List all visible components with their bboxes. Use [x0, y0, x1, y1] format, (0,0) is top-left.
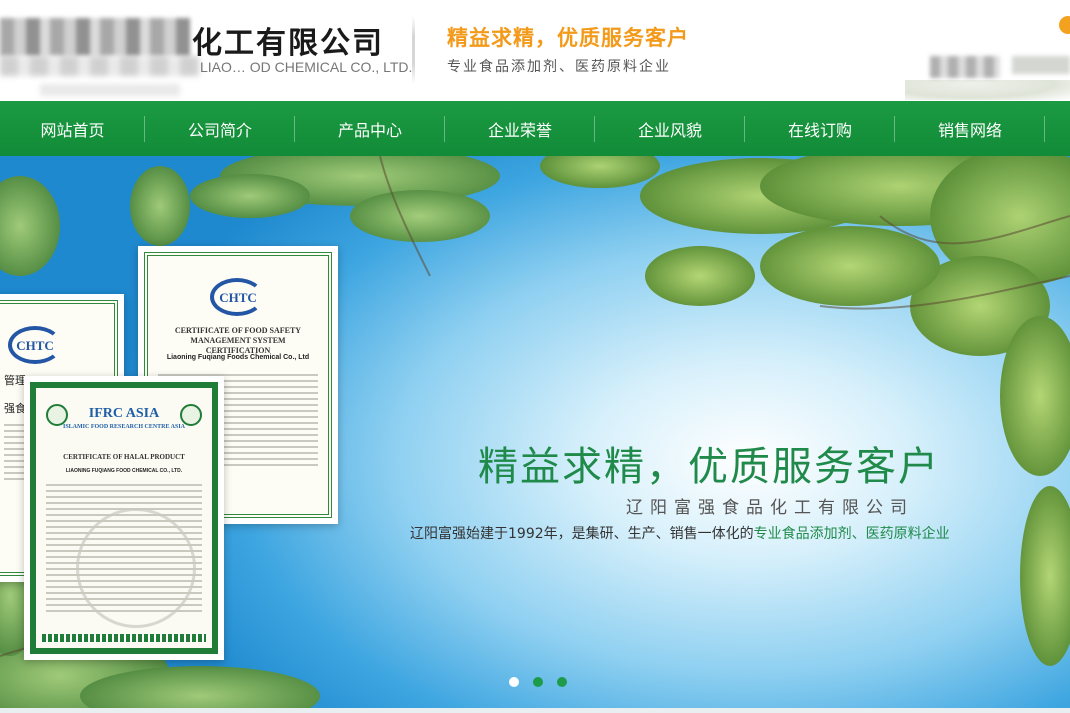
nav-item-order[interactable]: 在线订购 — [745, 101, 895, 156]
banner-company-name: 辽阳富强食品化工有限公司 — [626, 498, 914, 518]
nav-item-home[interactable]: 网站首页 — [0, 101, 145, 156]
blurred-logo — [0, 18, 190, 56]
phone-icon — [1059, 16, 1070, 34]
certificate-text-lines — [46, 484, 202, 616]
nav-item-style[interactable]: 企业风貌 — [595, 101, 745, 156]
main-nav: 网站首页 公司简介 产品中心 企业荣誉 企业风貌 在线订购 销售网络 — [0, 101, 1070, 156]
slider-dot-1[interactable] — [509, 677, 519, 687]
blurred-hotline — [930, 56, 1000, 78]
certificate-title: CERTIFICATE OF HALAL PRODUCT — [63, 453, 185, 461]
slider-dots — [509, 677, 567, 687]
page-bottom-strip — [0, 708, 1070, 713]
hotline-background — [905, 80, 1070, 100]
certificate-company: LIAONING FUQIANG FOOD CHEMICAL CO., LTD. — [65, 468, 183, 474]
halal-certificate: IFRC ASIA ISLAMIC FOOD RESEARCH CENTRE A… — [24, 376, 224, 660]
nav-item-label: 企业风貌 — [637, 120, 702, 140]
chtc-logo: CHTC — [219, 290, 257, 305]
company-name-en: LIAO… OD CHEMICAL CO., LTD. — [200, 59, 413, 75]
nav-item-label: 产品中心 — [337, 120, 402, 140]
nav-item-label: 网站首页 — [40, 120, 105, 140]
nav-item-sales-network[interactable]: 销售网络 — [895, 101, 1045, 156]
nav-item-label: 公司简介 — [187, 120, 252, 140]
certificate-company: Liaoning Fuqiang Foods Chemical Co., Ltd — [166, 354, 310, 361]
blurred-logo-underline — [40, 84, 180, 96]
certificate-frame: IFRC ASIA ISLAMIC FOOD RESEARCH CENTRE A… — [30, 382, 218, 654]
banner-description: 辽阳富强始建于1992年，是集研、生产、销售一体化的专业食品添加剂、医药原料企业 — [410, 523, 950, 543]
nav-item-honors[interactable]: 企业荣誉 — [445, 101, 595, 156]
slider-dot-2[interactable] — [533, 677, 543, 687]
nav-item-products[interactable]: 产品中心 — [295, 101, 445, 156]
header-subslogan: 专业食品添加剂、医药原料企业 — [447, 59, 671, 75]
chtc-logo: CHTC — [16, 338, 54, 353]
ifrc-subtitle: ISLAMIC FOOD RESEARCH CENTRE ASIA — [62, 424, 186, 430]
slider-dot-3[interactable] — [557, 677, 567, 687]
ifrc-logo: IFRC ASIA — [88, 406, 160, 421]
certificate-border-pattern — [42, 634, 206, 642]
certificate-side-text: 管理 — [4, 374, 26, 387]
site-header: 化工有限公司 LIAO… OD CHEMICAL CO., LTD. 精益求精，… — [0, 0, 1070, 100]
nav-item-label: 企业荣誉 — [487, 120, 552, 140]
header-slogan: 精益求精，优质服务客户 — [447, 26, 689, 50]
company-name-cn: 化工有限公司 — [192, 26, 384, 61]
blurred-hotline-number — [1012, 56, 1070, 74]
nav-item-label: 销售网络 — [937, 120, 1002, 140]
banner-description-highlight: 专业食品添加剂、医药原料企业 — [753, 526, 950, 542]
certificate-title: CERTIFICATE OF FOOD SAFETY MANAGEMENT SY… — [174, 326, 302, 355]
nav-item-about[interactable]: 公司简介 — [145, 101, 295, 156]
nav-item-label: 在线订购 — [787, 120, 852, 140]
banner-title: 精益求精，优质服务客户 — [478, 444, 940, 490]
hero-banner: CHTC CERTIFICATE OF FOOD SAFETY MANAGEME… — [0, 156, 1070, 708]
blurred-logo-subline — [0, 56, 200, 76]
header-divider — [412, 16, 415, 84]
banner-description-prefix: 辽阳富强始建于1992年，是集研、生产、销售一体化的 — [410, 526, 754, 542]
